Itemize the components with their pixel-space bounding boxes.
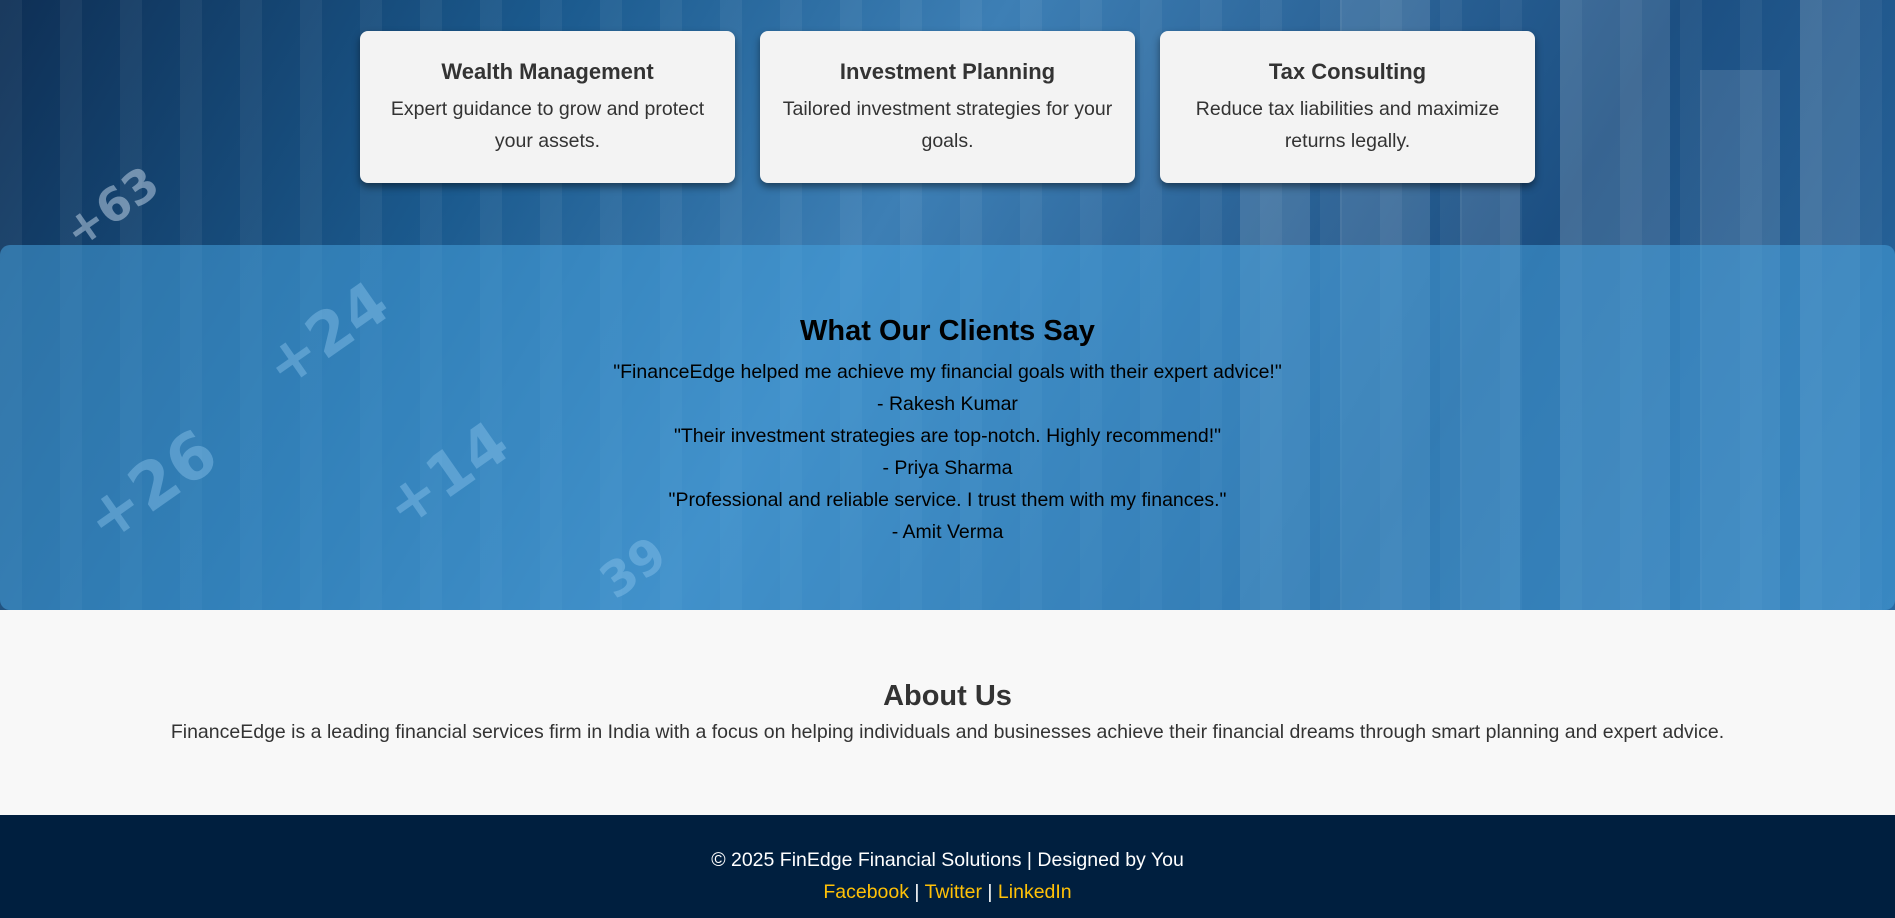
link-separator: | <box>987 881 993 903</box>
link-separator: | <box>914 881 920 903</box>
footer-social-links: Facebook | Twitter | LinkedIn <box>0 876 1895 908</box>
footer: © 2025 FinEdge Financial Solutions | Des… <box>0 815 1895 918</box>
service-card-tax-consulting: Tax Consulting Reduce tax liabilities an… <box>1160 31 1535 183</box>
testimonials-heading: What Our Clients Say <box>800 315 1095 347</box>
about-text: FinanceEdge is a leading financial servi… <box>170 721 1725 743</box>
service-card-description: Reduce tax liabilities and maximize retu… <box>1195 98 1500 152</box>
about-section: About Us FinanceEdge is a leading financ… <box>0 610 1895 815</box>
testimonial-author: - Rakesh Kumar <box>877 393 1018 415</box>
testimonials-section: What Our Clients Say "FinanceEdge helped… <box>0 245 1895 610</box>
testimonial-author: - Amit Verma <box>891 521 1004 543</box>
about-heading: About Us <box>883 680 1012 712</box>
service-card-description: Expert guidance to grow and protect your… <box>390 98 705 152</box>
service-card-title: Investment Planning <box>839 59 1056 84</box>
testimonial-quote: "Their investment strategies are top-not… <box>673 425 1222 447</box>
service-card-investment-planning: Investment Planning Tailored investment … <box>760 31 1135 183</box>
facebook-link[interactable]: Facebook <box>823 881 909 903</box>
testimonial-quote: "Professional and reliable service. I tr… <box>668 489 1227 511</box>
service-card-title: Wealth Management <box>441 59 654 84</box>
services-section: Wealth Management Expert guidance to gro… <box>360 31 1535 183</box>
footer-copyright: © 2025 FinEdge Financial Solutions | Des… <box>711 849 1184 871</box>
service-card-description: Tailored investment strategies for your … <box>782 98 1113 152</box>
service-card-wealth-management: Wealth Management Expert guidance to gro… <box>360 31 735 183</box>
testimonial-author: - Priya Sharma <box>882 457 1013 479</box>
twitter-link[interactable]: Twitter <box>925 881 982 903</box>
testimonial-quote: "FinanceEdge helped me achieve my financ… <box>613 361 1282 383</box>
service-card-title: Tax Consulting <box>1268 59 1427 84</box>
linkedin-link[interactable]: LinkedIn <box>998 881 1072 903</box>
